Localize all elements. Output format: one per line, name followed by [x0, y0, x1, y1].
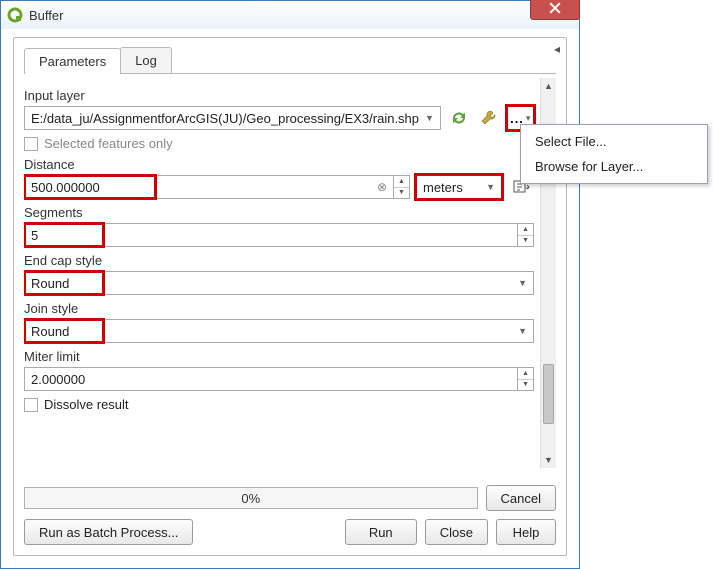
distance-value: 500.000000	[25, 176, 155, 198]
titlebar: Buffer	[1, 1, 579, 29]
end-cap-select[interactable]: Round ▼	[24, 271, 534, 295]
help-button[interactable]: Help	[496, 519, 556, 545]
join-style-value: Round	[25, 320, 103, 342]
input-layer-value: E:/data_ju/AssignmentforArcGIS(JU)/Geo_p…	[31, 111, 419, 126]
panel-collapse-caret-icon[interactable]: ◂	[554, 42, 560, 56]
chevron-up-icon: ▲	[518, 224, 533, 236]
checkbox-icon	[24, 137, 38, 151]
distance-unit-value: meters	[423, 180, 463, 195]
miter-limit-input[interactable]: 2.000000	[24, 367, 518, 391]
tab-log[interactable]: Log	[120, 47, 172, 73]
run-button[interactable]: Run	[345, 519, 417, 545]
end-cap-label: End cap style	[24, 253, 534, 268]
segments-input[interactable]: 5	[24, 223, 518, 247]
progress-text: 0%	[241, 491, 260, 506]
wrench-icon	[480, 109, 498, 127]
checkbox-icon	[24, 398, 38, 412]
run-batch-button[interactable]: Run as Batch Process...	[24, 519, 193, 545]
progress-bar: 0%	[24, 487, 478, 509]
dissolve-checkbox[interactable]: Dissolve result	[24, 397, 534, 412]
segments-stepper[interactable]: ▲▼	[518, 223, 534, 247]
clear-icon[interactable]: ⊗	[377, 180, 393, 194]
miter-limit-value: 2.000000	[31, 372, 85, 387]
cancel-button[interactable]: Cancel	[486, 485, 556, 511]
chevron-up-icon: ▲	[394, 176, 409, 188]
selected-features-checkbox[interactable]: Selected features only	[24, 136, 534, 151]
chevron-down-icon: ▼	[518, 236, 533, 247]
tab-bar: Parameters Log	[24, 46, 556, 74]
chevron-down-icon: ▼	[518, 326, 533, 336]
chevron-down-icon: ▼	[486, 182, 495, 192]
selected-features-label: Selected features only	[44, 136, 173, 151]
join-style-select[interactable]: Round ▼	[24, 319, 534, 343]
distance-stepper[interactable]: ▲▼	[394, 175, 410, 199]
input-layer-select[interactable]: E:/data_ju/AssignmentforArcGIS(JU)/Geo_p…	[24, 106, 441, 130]
segments-value: 5	[25, 224, 103, 246]
chevron-down-icon: ▾	[526, 113, 531, 124]
scroll-down-icon: ▼	[541, 452, 556, 468]
reload-layer-button[interactable]	[447, 106, 471, 130]
chevron-down-icon: ▼	[425, 113, 434, 123]
qgis-icon	[7, 7, 23, 23]
settings-button[interactable]	[477, 106, 501, 130]
close-button[interactable]: Close	[425, 519, 488, 545]
chevron-up-icon: ▲	[518, 368, 533, 380]
chevron-down-icon: ▼	[518, 278, 533, 288]
chevron-down-icon: ▼	[394, 188, 409, 199]
close-window-button[interactable]	[530, 0, 580, 20]
scroll-thumb[interactable]	[543, 364, 554, 424]
input-layer-label: Input layer	[24, 88, 534, 103]
reload-icon	[449, 109, 469, 127]
distance-unit-select[interactable]: meters ▼	[416, 175, 502, 199]
miter-limit-stepper[interactable]: ▲▼	[518, 367, 534, 391]
scroll-up-icon: ▲	[541, 78, 556, 94]
buffer-dialog: Buffer ◂ Parameters Log Input layer E:/d…	[0, 0, 580, 569]
miter-limit-label: Miter limit	[24, 349, 534, 364]
distance-label: Distance	[24, 157, 534, 172]
browse-context-menu: Select File... Browse for Layer...	[520, 124, 708, 184]
end-cap-value: Round	[25, 272, 103, 294]
form-scroll-area: Input layer E:/data_ju/AssignmentforArcG…	[24, 78, 556, 468]
dissolve-label: Dissolve result	[44, 397, 129, 412]
distance-input[interactable]: 500.000000 ⊗	[24, 175, 394, 199]
close-icon	[549, 2, 561, 14]
main-panel: ◂ Parameters Log Input layer E:/data_ju/…	[13, 37, 567, 556]
dialog-footer: 0% Cancel Run as Batch Process... Run Cl…	[24, 485, 556, 545]
menu-browse-layer[interactable]: Browse for Layer...	[521, 154, 707, 179]
menu-select-file[interactable]: Select File...	[521, 129, 707, 154]
window-title: Buffer	[29, 8, 63, 23]
form: Input layer E:/data_ju/AssignmentforArcG…	[24, 78, 538, 418]
segments-label: Segments	[24, 205, 534, 220]
chevron-down-icon: ▼	[518, 380, 533, 391]
join-style-label: Join style	[24, 301, 534, 316]
tab-parameters[interactable]: Parameters	[24, 48, 121, 74]
